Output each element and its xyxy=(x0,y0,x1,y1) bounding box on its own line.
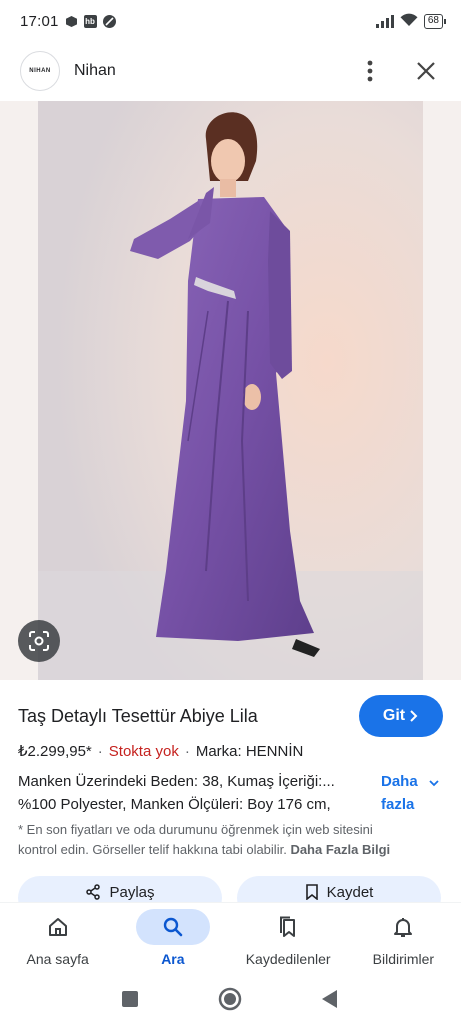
nav-notifications[interactable]: Bildirimler xyxy=(346,903,461,978)
share-label: Paylaş xyxy=(109,884,155,901)
home-button-icon[interactable] xyxy=(218,987,242,1016)
description-line: %100 Polyester, Manken Ölçüleri: Boy 176… xyxy=(18,796,331,813)
recents-icon[interactable] xyxy=(121,990,138,1012)
visit-button-label: Git xyxy=(382,707,406,724)
product-image-area xyxy=(0,101,461,680)
save-label: Kaydet xyxy=(326,884,374,901)
nav-search[interactable]: Ara xyxy=(115,903,230,978)
more-info-link[interactable]: Daha Fazla Bilgi xyxy=(290,842,390,857)
description-line: Manken Üzerindeki Beden: 38, Kumaş İçeri… xyxy=(18,773,335,790)
site-name[interactable]: Nihan xyxy=(74,62,116,80)
product-title: Taş Detaylı Tesettür Abiye Lila xyxy=(18,705,258,726)
more-options-icon[interactable] xyxy=(355,56,385,86)
system-navigation xyxy=(0,978,461,1024)
nav-saved[interactable]: Kaydedilenler xyxy=(231,903,346,978)
stock-status: Stokta yok xyxy=(108,743,179,760)
product-description: Manken Üzerindeki Beden: 38, Kumaş İçeri… xyxy=(18,770,368,816)
product-photo[interactable] xyxy=(38,101,423,680)
visit-button[interactable]: Git xyxy=(359,695,443,737)
show-more-button[interactable]: Daha fazla xyxy=(381,770,418,816)
status-time: 17:01 xyxy=(20,12,59,30)
source-header: NIHAN Nihan xyxy=(0,42,461,100)
dnd-icon xyxy=(102,14,116,28)
hb-app-icon: hb xyxy=(83,14,97,28)
lens-icon xyxy=(29,631,49,651)
battery-indicator: 68 xyxy=(423,13,447,29)
product-brand: Marka: HENNİN xyxy=(195,743,304,760)
bookmark-icon xyxy=(305,884,318,900)
bookmarks-icon xyxy=(280,916,296,937)
status-bar: 17:01 hb 68 xyxy=(0,0,461,42)
nav-home[interactable]: Ana sayfa xyxy=(0,903,115,978)
nav-home-label: Ana sayfa xyxy=(26,951,89,967)
share-icon xyxy=(86,884,101,900)
chevron-right-icon xyxy=(410,710,418,722)
wifi-icon xyxy=(400,13,418,30)
disclaimer-text: * En son fiyatları ve oda durumunu öğren… xyxy=(18,822,391,857)
product-price: ₺2.299,95* xyxy=(18,743,92,760)
search-icon xyxy=(163,917,183,937)
nav-saved-label: Kaydedilenler xyxy=(245,951,331,967)
site-logo: NIHAN xyxy=(20,51,60,91)
chevron-down-icon[interactable] xyxy=(428,774,440,792)
product-meta: ₺2.299,95* · Stokta yok · Marka: HENNİN xyxy=(18,743,304,760)
signal-icon xyxy=(375,14,394,28)
home-icon xyxy=(48,918,67,936)
close-icon[interactable] xyxy=(411,56,441,86)
back-icon[interactable] xyxy=(321,989,340,1013)
cube-icon xyxy=(65,15,78,28)
bottom-navigation: Ana sayfa Ara Kaydedilenler Bildirimler xyxy=(0,902,461,978)
lens-search-button[interactable] xyxy=(18,620,60,662)
nav-search-label: Ara xyxy=(161,951,185,967)
bell-icon xyxy=(394,918,413,937)
nav-notifications-label: Bildirimler xyxy=(372,951,435,967)
